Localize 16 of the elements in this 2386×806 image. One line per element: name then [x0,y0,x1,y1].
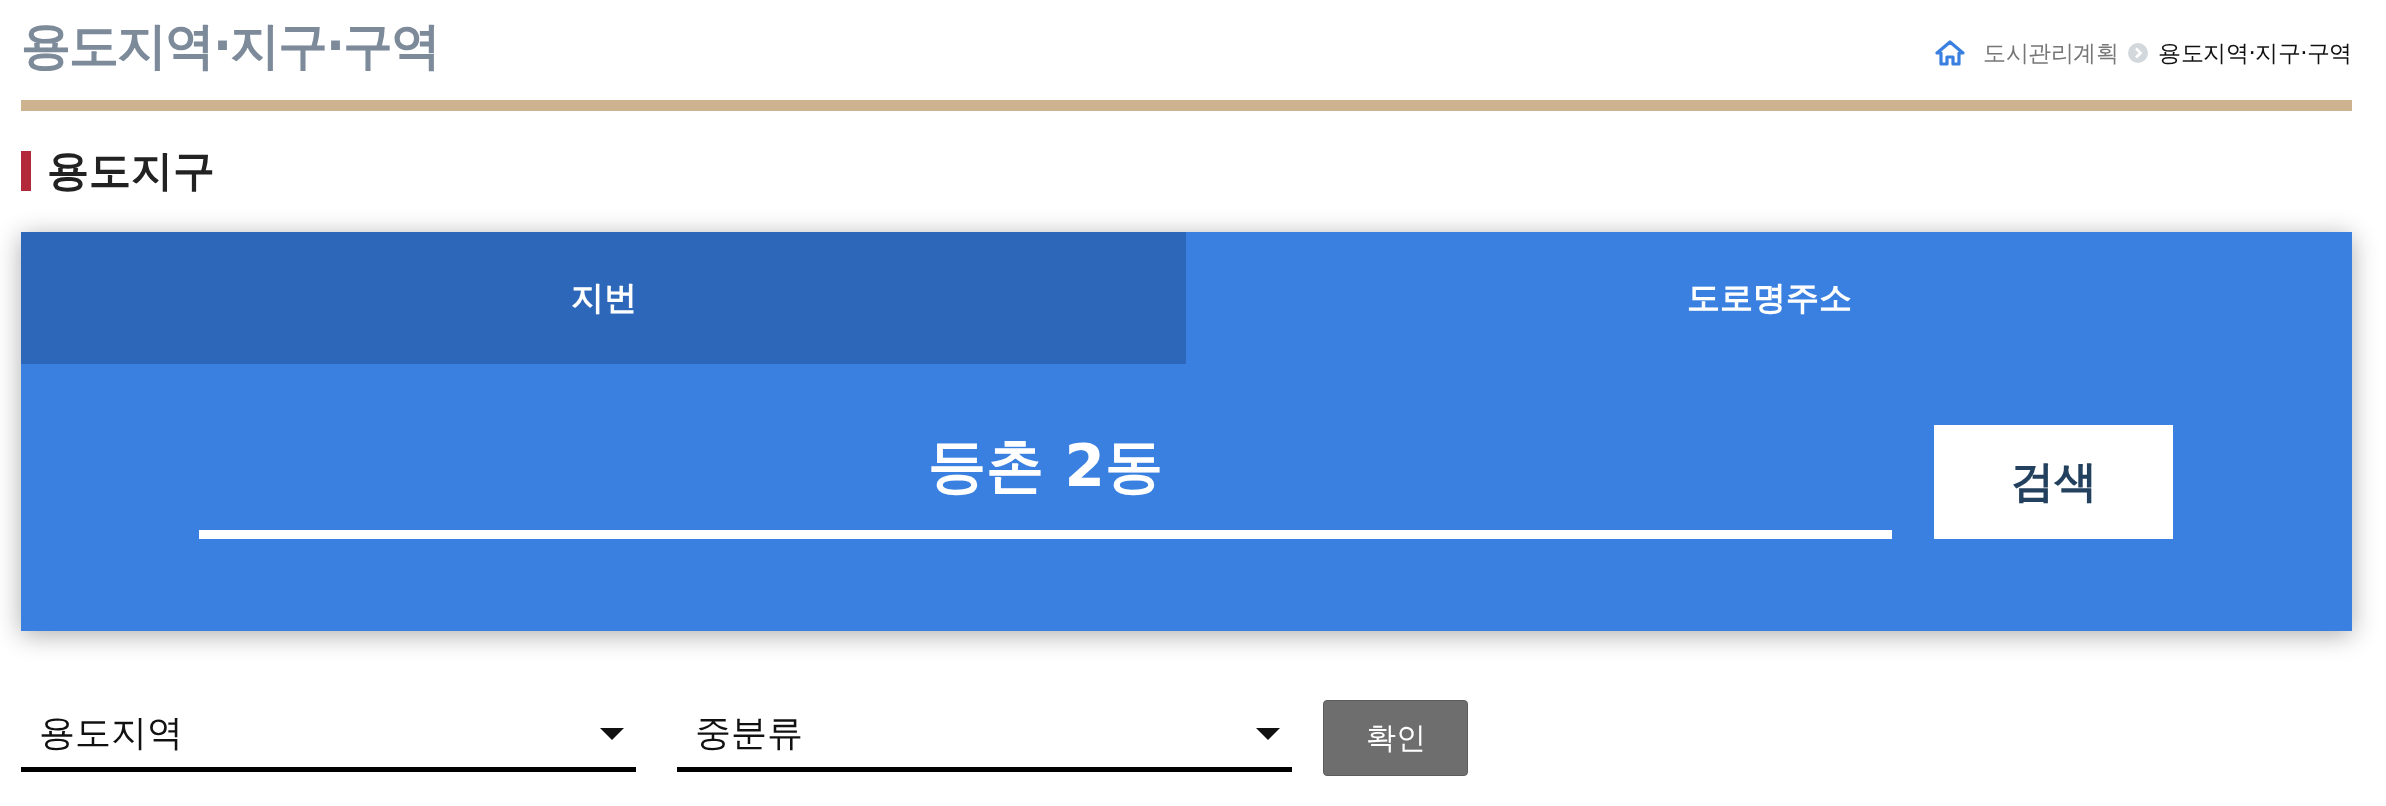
section-title: 용도지구 [47,148,215,194]
caret-icon [1256,727,1280,740]
current-page-label: 용도지역·지구·구역 [2158,39,2352,68]
breadcrumb-link[interactable]: 도시관리계획 [1983,38,2119,68]
tab[interactable]: 지번 [21,232,1186,364]
search-button[interactable]: 검색 [1934,425,2173,539]
search-field[interactable]: 등촌 2동 [199,425,1892,539]
confirm-button[interactable]: 확인 [1323,700,1468,776]
chevron-icon [2128,43,2149,63]
home-icon[interactable] [1935,40,1966,66]
tab[interactable]: 도로명주소 [1186,232,2352,364]
dropdown[interactable]: 중분류 [677,700,1292,772]
page-title: 용도지역·지구·구역 [21,16,439,77]
section-marker [21,151,31,191]
caret-icon [600,727,624,740]
dropdown[interactable]: 용도지역 [21,700,636,772]
